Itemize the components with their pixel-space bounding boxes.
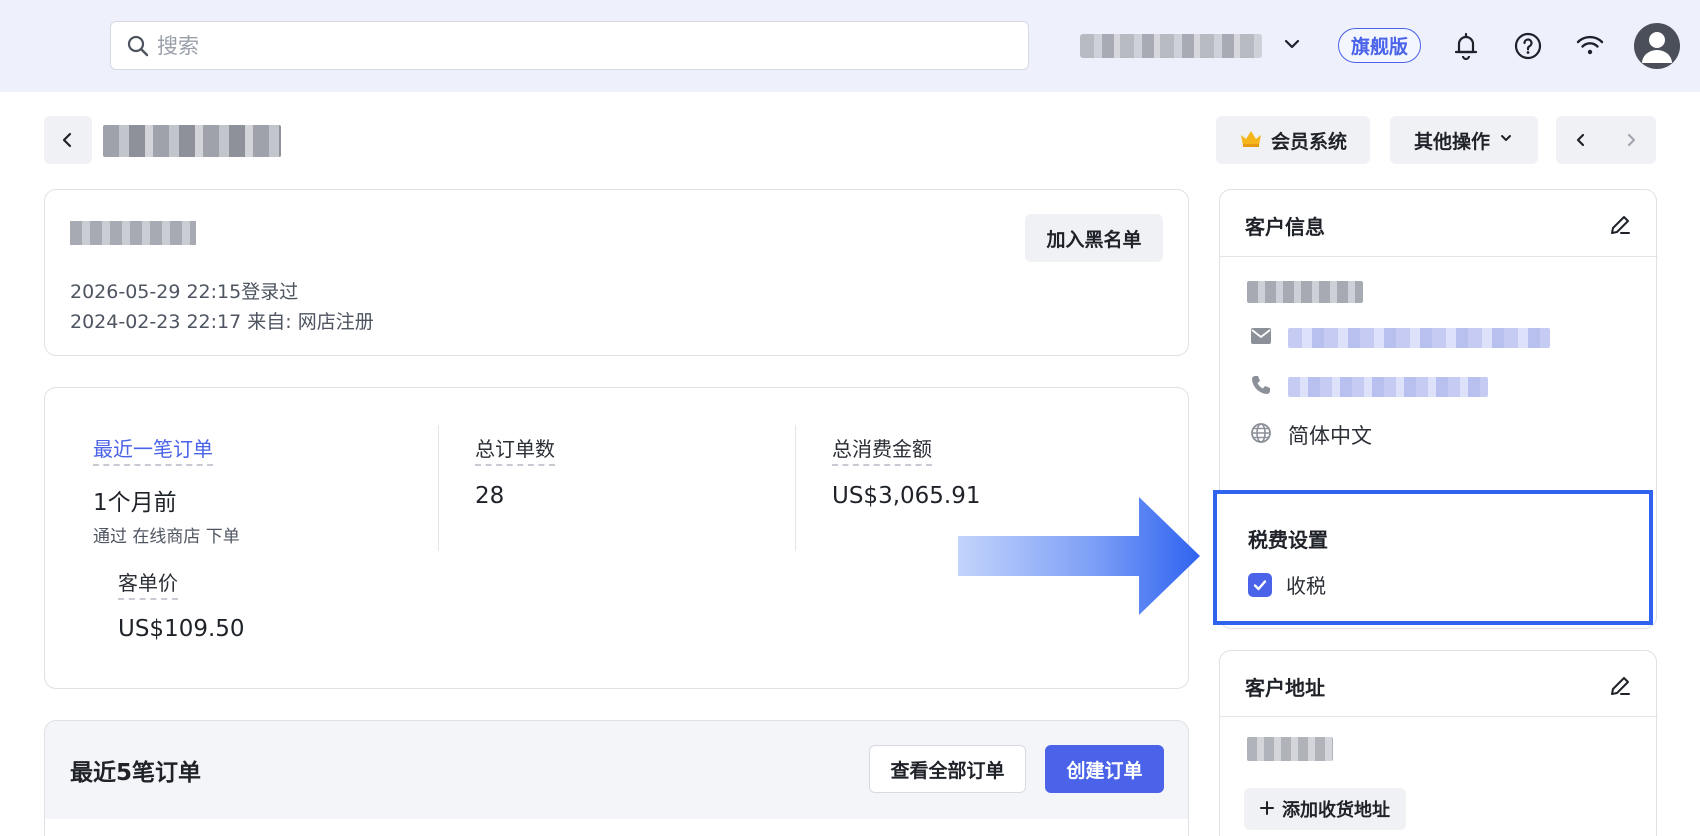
registration-text: 2024-02-23 22:17 来自: 网店注册: [70, 311, 374, 333]
member-system-button[interactable]: 会员系统: [1216, 116, 1370, 164]
last-order-source: 通过 在线商店 下单: [93, 527, 240, 547]
collect-tax-label: 收税: [1286, 574, 1326, 598]
avatar[interactable]: [1634, 23, 1680, 69]
chevron-right-icon: [1627, 133, 1636, 147]
edit-icon[interactable]: [1608, 213, 1632, 237]
top-bar: 旗舰版: [0, 0, 1700, 92]
view-all-orders-button[interactable]: 查看全部订单: [869, 745, 1026, 793]
total-orders-label: 总订单数: [475, 433, 555, 466]
tax-settings-section: 税费设置 收税: [1213, 490, 1653, 625]
email-redacted[interactable]: [1288, 328, 1550, 348]
back-button[interactable]: [44, 116, 92, 164]
globe-icon: [1250, 422, 1272, 448]
member-system-label: 会员系统: [1270, 130, 1347, 153]
total-spent-label: 总消费金额: [832, 433, 932, 466]
language-value: 简体中文: [1288, 424, 1372, 448]
chevron-down-icon[interactable]: [1280, 32, 1304, 56]
add-to-blacklist-button[interactable]: 加入黑名单: [1025, 214, 1163, 262]
store-name-redacted[interactable]: [1080, 34, 1262, 58]
customer-info-title: 客户信息: [1245, 215, 1325, 239]
add-address-label: 添加收货地址: [1282, 800, 1390, 821]
section-divider: [1220, 716, 1658, 717]
help-icon[interactable]: [1512, 30, 1544, 62]
edit-icon[interactable]: [1608, 674, 1632, 698]
previous-record-button[interactable]: [1556, 116, 1606, 164]
last-login-text: 2026-05-29 22:15登录过: [70, 281, 299, 303]
customer-profile-card: 加入黑名单 2026-05-29 22:15登录过 2024-02-23 22:…: [44, 189, 1189, 356]
customer-address-card: 客户地址 添加收货地址: [1219, 650, 1658, 836]
chevron-left-icon: [1576, 133, 1585, 147]
annotation-arrow-icon: [958, 497, 1200, 615]
chevron-left-icon: [62, 132, 72, 148]
wifi-icon[interactable]: [1574, 30, 1606, 62]
plus-icon: [1260, 799, 1274, 820]
create-order-button[interactable]: 创建订单: [1045, 745, 1164, 793]
phone-row: [1250, 374, 1488, 400]
plan-badge[interactable]: 旗舰版: [1338, 28, 1421, 63]
customer-fullname-redacted: [1247, 281, 1363, 303]
language-row: 简体中文: [1250, 420, 1372, 450]
collect-tax-checkbox[interactable]: [1248, 572, 1272, 597]
avg-order-value: US$109.50: [118, 616, 245, 642]
address-redacted: [1247, 737, 1333, 761]
total-orders-value: 28: [475, 483, 505, 509]
record-pager: [1556, 116, 1656, 164]
last-order-label[interactable]: 最近一笔订单: [93, 433, 213, 466]
check-icon: [1253, 579, 1267, 590]
next-record-button[interactable]: [1606, 116, 1656, 164]
recent-orders-card: 最近5笔订单 查看全部订单 创建订单: [44, 720, 1189, 836]
recent-orders-title: 最近5笔订单: [70, 760, 202, 786]
more-actions-button[interactable]: 其他操作: [1390, 116, 1538, 164]
stat-divider: [795, 425, 796, 551]
email-row: [1250, 327, 1550, 349]
add-address-button[interactable]: 添加收货地址: [1244, 788, 1406, 830]
stat-divider: [438, 425, 439, 551]
mail-icon: [1250, 327, 1272, 349]
bell-icon[interactable]: [1450, 30, 1482, 62]
collect-tax-row: 收税: [1248, 570, 1326, 599]
more-actions-label: 其他操作: [1413, 130, 1490, 153]
chevron-down-icon: [1498, 129, 1514, 151]
phone-icon: [1250, 374, 1272, 400]
search-input[interactable]: [157, 33, 997, 58]
crown-icon: [1239, 128, 1263, 153]
orders-table-area: [45, 819, 1188, 836]
last-order-value: 1个月前: [93, 490, 177, 516]
search-box[interactable]: [110, 21, 1029, 70]
address-title: 客户地址: [1245, 676, 1325, 700]
customer-name-redacted: [103, 125, 281, 157]
section-divider: [1220, 256, 1658, 257]
customer-id-redacted: [70, 221, 196, 245]
tax-settings-title: 税费设置: [1248, 528, 1328, 552]
avg-order-label: 客单价: [118, 567, 178, 600]
search-icon: [127, 35, 149, 57]
phone-redacted[interactable]: [1288, 377, 1488, 397]
